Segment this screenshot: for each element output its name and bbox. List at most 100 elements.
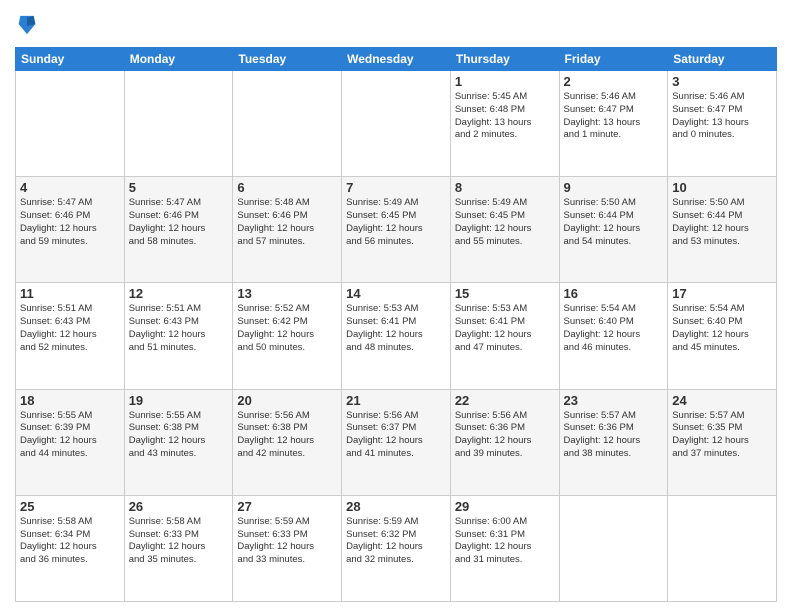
- day-number: 3: [672, 74, 772, 89]
- day-number: 17: [672, 286, 772, 301]
- calendar-cell: [233, 71, 342, 177]
- calendar-cell: [342, 71, 451, 177]
- day-number: 5: [129, 180, 229, 195]
- day-info: Sunrise: 5:50 AM Sunset: 6:44 PM Dayligh…: [564, 197, 664, 248]
- calendar-header-friday: Friday: [559, 48, 668, 71]
- day-number: 15: [455, 286, 555, 301]
- day-number: 18: [20, 393, 120, 408]
- calendar-cell: 21Sunrise: 5:56 AM Sunset: 6:37 PM Dayli…: [342, 389, 451, 495]
- day-number: 9: [564, 180, 664, 195]
- day-info: Sunrise: 5:47 AM Sunset: 6:46 PM Dayligh…: [129, 197, 229, 248]
- calendar-cell: 3 Sunrise: 5:46 AM Sunset: 6:47 PM Daylig…: [668, 71, 777, 177]
- day-info: Sunrise: 5:49 AM Sunset: 6:45 PM Dayligh…: [455, 197, 555, 248]
- calendar-cell: 26 Sunrise: 5:58 AM Sunset: 6:33 PM Dayli…: [124, 495, 233, 601]
- day-info: Sunrise: 5:51 AM Sunset: 6:43 PM Dayligh…: [129, 303, 229, 354]
- calendar-cell: 16Sunrise: 5:54 AM Sunset: 6:40 PM Dayli…: [559, 283, 668, 389]
- day-number: 12: [129, 286, 229, 301]
- day-number: 10: [672, 180, 772, 195]
- calendar-week-row: 25 Sunrise: 5:58 AM Sunset: 6:34 PM Dayli…: [16, 495, 777, 601]
- day-info: Sunrise: 5:56 AM Sunset: 6:38 PM Dayligh…: [237, 410, 337, 461]
- day-info: Sunrise: 5:46 AM Sunset: 6:47 PM Dayligh…: [672, 91, 772, 142]
- day-number: 24: [672, 393, 772, 408]
- calendar-cell: 4 Sunrise: 5:47 AM Sunset: 6:46 PM Daylig…: [16, 177, 125, 283]
- calendar-header-monday: Monday: [124, 48, 233, 71]
- calendar-cell: 17 Sunrise: 5:54 AM Sunset: 6:40 PM Dayli…: [668, 283, 777, 389]
- day-info: Sunrise: 5:57 AM Sunset: 6:35 PM Dayligh…: [672, 410, 772, 461]
- calendar-cell: [559, 495, 668, 601]
- day-info: Sunrise: 5:55 AM Sunset: 6:39 PM Dayligh…: [20, 410, 120, 461]
- day-info: Sunrise: 5:56 AM Sunset: 6:36 PM Dayligh…: [455, 410, 555, 461]
- calendar-week-row: 18 Sunrise: 5:55 AM Sunset: 6:39 PM Dayli…: [16, 389, 777, 495]
- calendar-cell: 11Sunrise: 5:51 AM Sunset: 6:43 PM Dayli…: [16, 283, 125, 389]
- day-number: 19: [129, 393, 229, 408]
- day-number: 14: [346, 286, 446, 301]
- calendar-cell: [668, 495, 777, 601]
- day-info: Sunrise: 5:59 AM Sunset: 6:33 PM Dayligh…: [237, 516, 337, 567]
- day-number: 23: [564, 393, 664, 408]
- calendar-cell: 1Sunrise: 5:45 AM Sunset: 6:48 PM Daylig…: [450, 71, 559, 177]
- calendar-week-row: 4 Sunrise: 5:47 AM Sunset: 6:46 PM Daylig…: [16, 177, 777, 283]
- day-info: Sunrise: 5:45 AM Sunset: 6:48 PM Dayligh…: [455, 91, 555, 142]
- day-info: Sunrise: 5:49 AM Sunset: 6:45 PM Dayligh…: [346, 197, 446, 248]
- calendar-week-row: 11Sunrise: 5:51 AM Sunset: 6:43 PM Dayli…: [16, 283, 777, 389]
- day-info: Sunrise: 5:53 AM Sunset: 6:41 PM Dayligh…: [455, 303, 555, 354]
- calendar-cell: 23 Sunrise: 5:57 AM Sunset: 6:36 PM Dayli…: [559, 389, 668, 495]
- day-info: Sunrise: 5:54 AM Sunset: 6:40 PM Dayligh…: [672, 303, 772, 354]
- calendar-cell: 7 Sunrise: 5:49 AM Sunset: 6:45 PM Daylig…: [342, 177, 451, 283]
- calendar-cell: 19Sunrise: 5:55 AM Sunset: 6:38 PM Dayli…: [124, 389, 233, 495]
- calendar-cell: 18 Sunrise: 5:55 AM Sunset: 6:39 PM Dayli…: [16, 389, 125, 495]
- calendar-cell: 28 Sunrise: 5:59 AM Sunset: 6:32 PM Dayli…: [342, 495, 451, 601]
- day-number: 27: [237, 499, 337, 514]
- calendar-cell: 20 Sunrise: 5:56 AM Sunset: 6:38 PM Dayli…: [233, 389, 342, 495]
- day-number: 20: [237, 393, 337, 408]
- day-info: Sunrise: 5:47 AM Sunset: 6:46 PM Dayligh…: [20, 197, 120, 248]
- day-info: Sunrise: 5:53 AM Sunset: 6:41 PM Dayligh…: [346, 303, 446, 354]
- calendar-cell: 13Sunrise: 5:52 AM Sunset: 6:42 PM Dayli…: [233, 283, 342, 389]
- day-info: Sunrise: 5:57 AM Sunset: 6:36 PM Dayligh…: [564, 410, 664, 461]
- calendar-cell: 27 Sunrise: 5:59 AM Sunset: 6:33 PM Dayli…: [233, 495, 342, 601]
- logo: [15, 14, 39, 41]
- calendar-header-thursday: Thursday: [450, 48, 559, 71]
- calendar-header-saturday: Saturday: [668, 48, 777, 71]
- day-number: 4: [20, 180, 120, 195]
- day-number: 21: [346, 393, 446, 408]
- day-number: 13: [237, 286, 337, 301]
- day-info: Sunrise: 5:58 AM Sunset: 6:34 PM Dayligh…: [20, 516, 120, 567]
- day-number: 2: [564, 74, 664, 89]
- day-info: Sunrise: 5:48 AM Sunset: 6:46 PM Dayligh…: [237, 197, 337, 248]
- calendar-cell: [124, 71, 233, 177]
- calendar-cell: 9 Sunrise: 5:50 AM Sunset: 6:44 PM Daylig…: [559, 177, 668, 283]
- calendar-week-row: 1Sunrise: 5:45 AM Sunset: 6:48 PM Daylig…: [16, 71, 777, 177]
- calendar-cell: [16, 71, 125, 177]
- day-number: 28: [346, 499, 446, 514]
- day-info: Sunrise: 5:51 AM Sunset: 6:43 PM Dayligh…: [20, 303, 120, 354]
- calendar-cell: 25 Sunrise: 5:58 AM Sunset: 6:34 PM Dayli…: [16, 495, 125, 601]
- day-info: Sunrise: 5:50 AM Sunset: 6:44 PM Dayligh…: [672, 197, 772, 248]
- day-info: Sunrise: 6:00 AM Sunset: 6:31 PM Dayligh…: [455, 516, 555, 567]
- day-number: 22: [455, 393, 555, 408]
- day-number: 25: [20, 499, 120, 514]
- calendar-header-tuesday: Tuesday: [233, 48, 342, 71]
- calendar-cell: 29 Sunrise: 6:00 AM Sunset: 6:31 PM Dayli…: [450, 495, 559, 601]
- day-number: 6: [237, 180, 337, 195]
- day-number: 8: [455, 180, 555, 195]
- day-number: 26: [129, 499, 229, 514]
- calendar-cell: 5 Sunrise: 5:47 AM Sunset: 6:46 PM Daylig…: [124, 177, 233, 283]
- calendar-cell: 24 Sunrise: 5:57 AM Sunset: 6:35 PM Dayli…: [668, 389, 777, 495]
- day-info: Sunrise: 5:59 AM Sunset: 6:32 PM Dayligh…: [346, 516, 446, 567]
- calendar-header-row: SundayMondayTuesdayWednesdayThursdayFrid…: [16, 48, 777, 71]
- calendar-header-sunday: Sunday: [16, 48, 125, 71]
- day-number: 7: [346, 180, 446, 195]
- header: [15, 10, 777, 41]
- calendar-cell: 8 Sunrise: 5:49 AM Sunset: 6:45 PM Daylig…: [450, 177, 559, 283]
- day-info: Sunrise: 5:58 AM Sunset: 6:33 PM Dayligh…: [129, 516, 229, 567]
- calendar-cell: 15 Sunrise: 5:53 AM Sunset: 6:41 PM Dayli…: [450, 283, 559, 389]
- calendar-cell: 12 Sunrise: 5:51 AM Sunset: 6:43 PM Dayli…: [124, 283, 233, 389]
- calendar-cell: 2Sunrise: 5:46 AM Sunset: 6:47 PM Daylig…: [559, 71, 668, 177]
- page: SundayMondayTuesdayWednesdayThursdayFrid…: [0, 0, 792, 612]
- calendar-table: SundayMondayTuesdayWednesdayThursdayFrid…: [15, 47, 777, 602]
- day-info: Sunrise: 5:54 AM Sunset: 6:40 PM Dayligh…: [564, 303, 664, 354]
- day-number: 29: [455, 499, 555, 514]
- calendar-header-wednesday: Wednesday: [342, 48, 451, 71]
- calendar-cell: 6 Sunrise: 5:48 AM Sunset: 6:46 PM Daylig…: [233, 177, 342, 283]
